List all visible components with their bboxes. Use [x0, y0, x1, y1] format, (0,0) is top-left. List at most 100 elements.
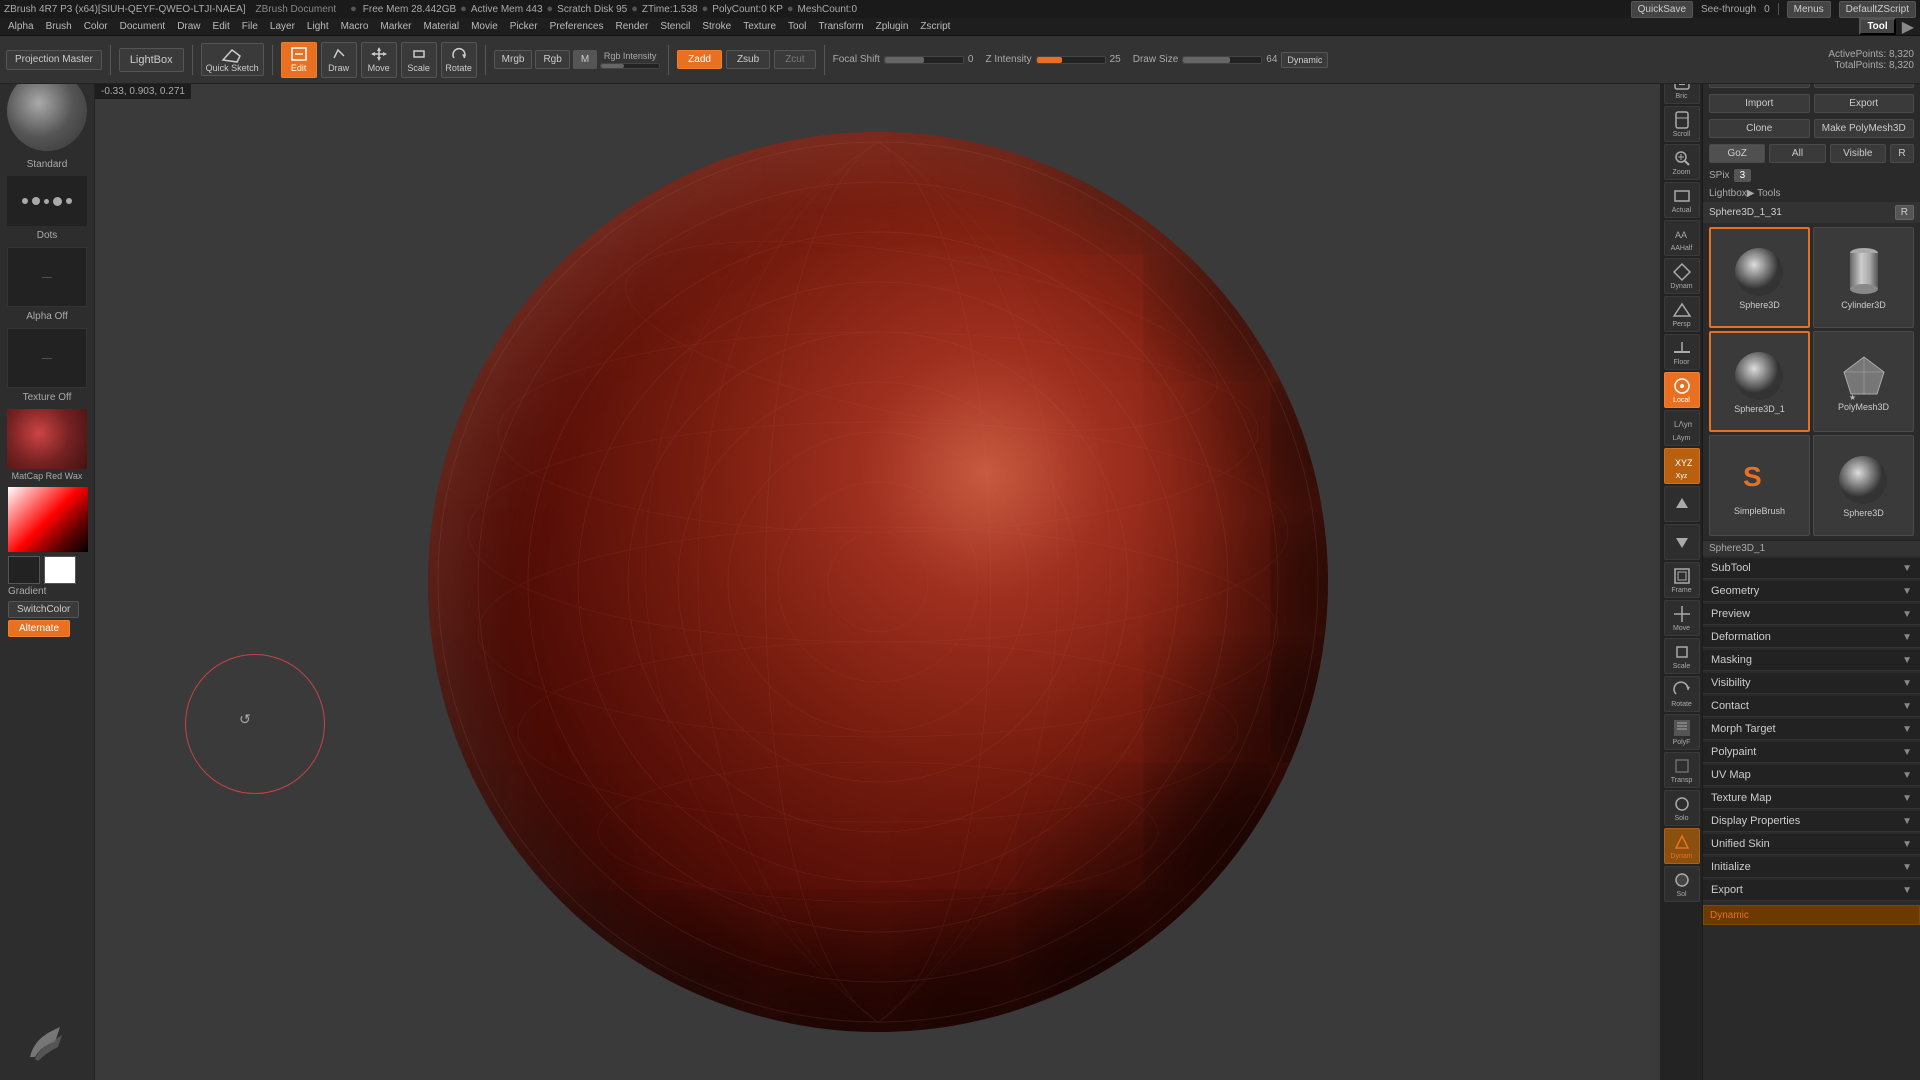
- aahalf-icon[interactable]: AA AAHalf: [1664, 220, 1700, 256]
- actual-icon[interactable]: Actual: [1664, 182, 1700, 218]
- polypaint-header[interactable]: Polypaint ▼: [1703, 742, 1920, 763]
- menu-item-preferences[interactable]: Preferences: [544, 20, 610, 33]
- zoom-icon[interactable]: Zoom: [1664, 144, 1700, 180]
- uv-map-header[interactable]: UV Map ▼: [1703, 765, 1920, 786]
- deformation-header[interactable]: Deformation ▼: [1703, 627, 1920, 648]
- texture-map-header[interactable]: Texture Map ▼: [1703, 788, 1920, 809]
- focal-shift-slider[interactable]: [884, 56, 964, 64]
- frame-icon[interactable]: Frame: [1664, 562, 1700, 598]
- menu-item-marker[interactable]: Marker: [374, 20, 417, 33]
- menu-item-transform[interactable]: Transform: [812, 20, 869, 33]
- move-button[interactable]: Move: [361, 42, 397, 78]
- menu-item-tool[interactable]: Tool: [782, 20, 812, 33]
- menu-item-edit[interactable]: Edit: [207, 20, 236, 33]
- lightbox-tools-row[interactable]: Lightbox▶ Tools: [1703, 185, 1920, 202]
- visibility-header[interactable]: Visibility ▼: [1703, 673, 1920, 694]
- color-gradient[interactable]: [8, 487, 88, 552]
- menu-item-render[interactable]: Render: [610, 20, 655, 33]
- display-properties-header[interactable]: Display Properties ▼: [1703, 811, 1920, 832]
- tool-r-button[interactable]: R: [1895, 205, 1914, 220]
- projection-master-button[interactable]: Projection Master: [6, 50, 102, 70]
- menu-item-macro[interactable]: Macro: [335, 20, 375, 33]
- menu-item-file[interactable]: File: [236, 20, 264, 33]
- sphere3d-1-thumb[interactable]: Sphere3D_1: [1709, 331, 1810, 432]
- transp-icon[interactable]: Transp: [1664, 752, 1700, 788]
- cylinder3d-thumb[interactable]: Cylinder3D: [1813, 227, 1914, 328]
- icon-up-arrow[interactable]: [1664, 486, 1700, 522]
- floor-icon[interactable]: Floor: [1664, 334, 1700, 370]
- color-swatch-black[interactable]: [8, 556, 40, 584]
- export-header[interactable]: Export ▼: [1703, 880, 1920, 901]
- subtool-header[interactable]: SubTool ▼: [1703, 558, 1920, 579]
- menu-item-layer[interactable]: Layer: [264, 20, 301, 33]
- icon-down-arrow[interactable]: [1664, 524, 1700, 560]
- canvas-area[interactable]: -0.33, 0.903, 0.271: [95, 84, 1660, 1080]
- preview-header[interactable]: Preview ▼: [1703, 604, 1920, 625]
- unified-skin-header[interactable]: Unified Skin ▼: [1703, 834, 1920, 855]
- spix-value[interactable]: 3: [1734, 169, 1752, 182]
- laym-icon[interactable]: LΛym LAym: [1664, 410, 1700, 446]
- material-preview[interactable]: [7, 409, 87, 469]
- menu-item-document[interactable]: Document: [114, 20, 172, 33]
- alpha-preview[interactable]: —: [7, 247, 87, 307]
- visible-button[interactable]: Visible: [1830, 144, 1886, 163]
- menu-item-movie[interactable]: Movie: [465, 20, 504, 33]
- zsub-button[interactable]: Zsub: [726, 50, 770, 69]
- simplebrush-thumb[interactable]: S SimpleBrush: [1709, 435, 1810, 536]
- default-zscript-button[interactable]: DefaultZScript: [1839, 1, 1916, 18]
- menu-item-material[interactable]: Material: [418, 20, 466, 33]
- scale-button[interactable]: Scale: [401, 42, 437, 78]
- tool-menu-button[interactable]: Tool: [1859, 18, 1895, 35]
- menu-item-zplugin[interactable]: Zplugin: [870, 20, 915, 33]
- solo-icon[interactable]: Solo: [1664, 790, 1700, 826]
- zadd-button[interactable]: Zadd: [677, 50, 722, 69]
- menu-item-alpha[interactable]: Alpha: [2, 20, 40, 33]
- quick-sketch-button[interactable]: Quick Sketch: [201, 43, 264, 77]
- rgb-intensity-slider[interactable]: [600, 63, 660, 69]
- contact-header[interactable]: Contact ▼: [1703, 696, 1920, 717]
- sphere3d-thumb[interactable]: Sphere3D: [1709, 227, 1810, 328]
- rotate-strip-icon[interactable]: Rotate: [1664, 676, 1700, 712]
- zcut-button[interactable]: Zcut: [774, 50, 815, 69]
- scroll-icon[interactable]: Scroll: [1664, 106, 1700, 142]
- persp-icon[interactable]: Persp: [1664, 296, 1700, 332]
- menu-item-stroke[interactable]: Stroke: [696, 20, 737, 33]
- xyz-icon[interactable]: XYZ Xyz: [1664, 448, 1700, 484]
- polymesh3d-thumb[interactable]: ★ PolyMesh3D: [1813, 331, 1914, 432]
- z-intensity-slider[interactable]: [1036, 56, 1106, 64]
- clone-button[interactable]: Clone: [1709, 119, 1810, 138]
- edit-button[interactable]: Edit: [281, 42, 317, 78]
- local-icon[interactable]: Local: [1664, 372, 1700, 408]
- menu-item-zscript[interactable]: Zscript: [914, 20, 956, 33]
- initialize-header[interactable]: Initialize ▼: [1703, 857, 1920, 878]
- masking-header[interactable]: Masking ▼: [1703, 650, 1920, 671]
- sol2-icon[interactable]: Sol: [1664, 866, 1700, 902]
- quicksave-button[interactable]: QuickSave: [1631, 1, 1693, 18]
- r-button-goz[interactable]: R: [1890, 144, 1914, 163]
- alternate-button[interactable]: Alternate: [8, 620, 70, 637]
- all-button[interactable]: All: [1769, 144, 1825, 163]
- move-strip-icon[interactable]: Move: [1664, 600, 1700, 636]
- menus-button[interactable]: Menus: [1787, 1, 1831, 18]
- sphere3d-2-thumb[interactable]: Sphere3D: [1813, 435, 1914, 536]
- mrgb-button[interactable]: Mrgb: [494, 50, 533, 69]
- rgb-button[interactable]: Rgb: [535, 50, 569, 69]
- switch-color-button[interactable]: SwitchColor: [8, 601, 79, 618]
- menu-item-brush[interactable]: Brush: [40, 20, 78, 33]
- linefill-icon[interactable]: PolyF: [1664, 714, 1700, 750]
- dots-preview[interactable]: [7, 176, 87, 226]
- rotate-button[interactable]: Rotate: [441, 42, 477, 78]
- m-button[interactable]: M: [573, 50, 597, 69]
- goz-button[interactable]: GoZ: [1709, 144, 1765, 163]
- lightbox-button[interactable]: LightBox: [119, 48, 184, 72]
- dynamic-button[interactable]: Dynamic: [1281, 52, 1328, 68]
- menu-item-light[interactable]: Light: [301, 20, 335, 33]
- menu-item-draw[interactable]: Draw: [171, 20, 206, 33]
- texture-preview[interactable]: —: [7, 328, 87, 388]
- dynamic-strip-icon[interactable]: Dynam: [1664, 258, 1700, 294]
- morph-target-header[interactable]: Morph Target ▼: [1703, 719, 1920, 740]
- make-polymesh-button[interactable]: Make PolyMesh3D: [1814, 119, 1915, 138]
- menu-item-picker[interactable]: Picker: [504, 20, 544, 33]
- dynamic-bottom-strip[interactable]: Dynamic: [1703, 905, 1920, 925]
- panel-expand-icon[interactable]: ▶: [1898, 17, 1918, 37]
